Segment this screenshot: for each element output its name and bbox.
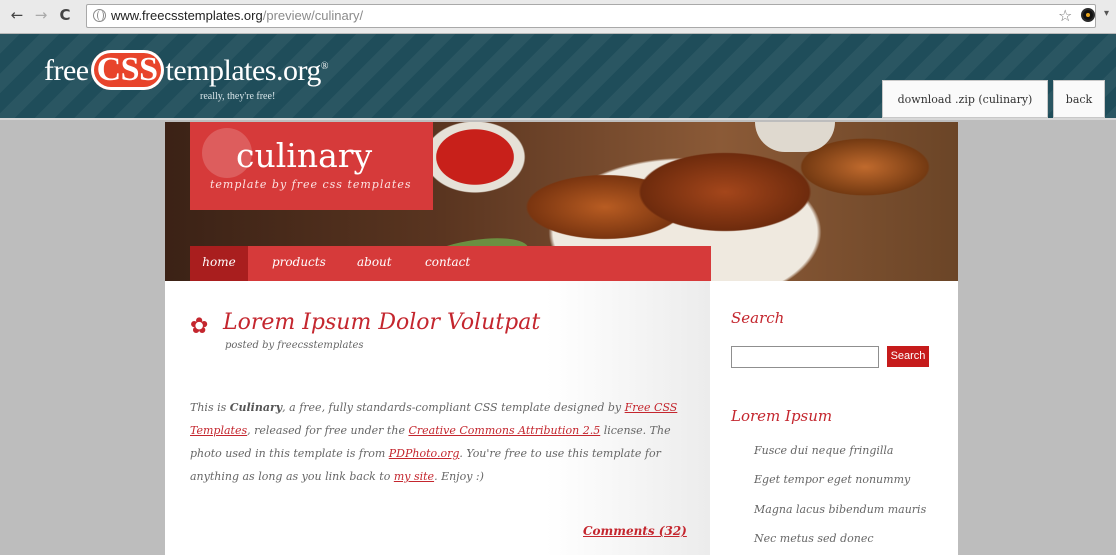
brand-tagline: template by free css templates	[210, 178, 412, 191]
back-button[interactable]: back	[1053, 80, 1105, 118]
reload-icon[interactable]: C	[56, 6, 74, 24]
page-margin-left	[0, 122, 165, 555]
hero-ramekin-decor	[755, 122, 835, 152]
sidebar: Search Search Lorem Ipsum Fusce dui nequ…	[710, 281, 958, 555]
menu-item-about[interactable]: about	[357, 246, 392, 281]
extension-icon[interactable]	[1081, 8, 1095, 22]
main-menu: home products about contact	[190, 246, 711, 281]
post-meta: posted by freecsstemplates	[225, 340, 364, 351]
link-my-site[interactable]: my site	[394, 470, 434, 483]
site-logo[interactable]: free CSS templates.org®	[44, 50, 329, 90]
link-creative-commons[interactable]: Creative Commons Attribution 2.5	[408, 424, 600, 437]
menu-item-home[interactable]: home	[190, 246, 248, 281]
comments-link[interactable]: Comments (32)	[583, 524, 687, 538]
sidebar-list-item[interactable]: Nec metus sed donec	[754, 532, 874, 545]
sidebar-list-item[interactable]: Magna lacus bibendum mauris	[754, 503, 926, 516]
post-title[interactable]: Lorem Ipsum Dolor Volutpat	[223, 310, 540, 335]
sidebar-list-item[interactable]: Fusce dui neque fringilla	[754, 444, 893, 457]
post-body: This is Culinary, a free, fully standard…	[190, 401, 678, 483]
flower-icon: ✿	[190, 314, 209, 339]
brand-name: culinary	[236, 136, 373, 175]
link-pdphoto[interactable]: PDPhoto.org	[389, 447, 460, 460]
page-margin-right	[958, 122, 1116, 555]
address-bar[interactable]: www.freecsstemplates.org/preview/culinar…	[86, 4, 1096, 28]
chevron-down-icon[interactable]: ▾	[1104, 8, 1109, 19]
bookmark-star-icon[interactable]: ☆	[1058, 6, 1072, 25]
url-text: www.freecsstemplates.org/preview/culinar…	[111, 8, 364, 23]
lorem-ipsum-heading: Lorem Ipsum	[731, 407, 833, 425]
menu-item-contact[interactable]: contact	[425, 246, 470, 281]
back-arrow-icon[interactable]: ←	[8, 6, 26, 24]
forward-arrow-icon[interactable]: →	[32, 6, 50, 24]
browser-toolbar: ← → C www.freecsstemplates.org/preview/c…	[0, 0, 1116, 34]
search-heading: Search	[731, 309, 785, 327]
search-button[interactable]: Search	[887, 346, 929, 367]
download-zip-button[interactable]: download .zip (culinary)	[882, 80, 1048, 118]
template-preview: culinary template by free css templates …	[165, 122, 958, 555]
menu-item-products[interactable]: products	[272, 246, 326, 281]
globe-icon	[93, 9, 106, 22]
search-input[interactable]	[731, 346, 879, 368]
main-content: ✿ Lorem Ipsum Dolor Volutpat posted by f…	[165, 281, 710, 555]
brand-box[interactable]: culinary template by free css templates	[190, 122, 433, 210]
sidebar-list-item[interactable]: Eget tempor eget nonummy	[754, 473, 910, 486]
site-tagline: really, they're free!	[200, 91, 276, 102]
